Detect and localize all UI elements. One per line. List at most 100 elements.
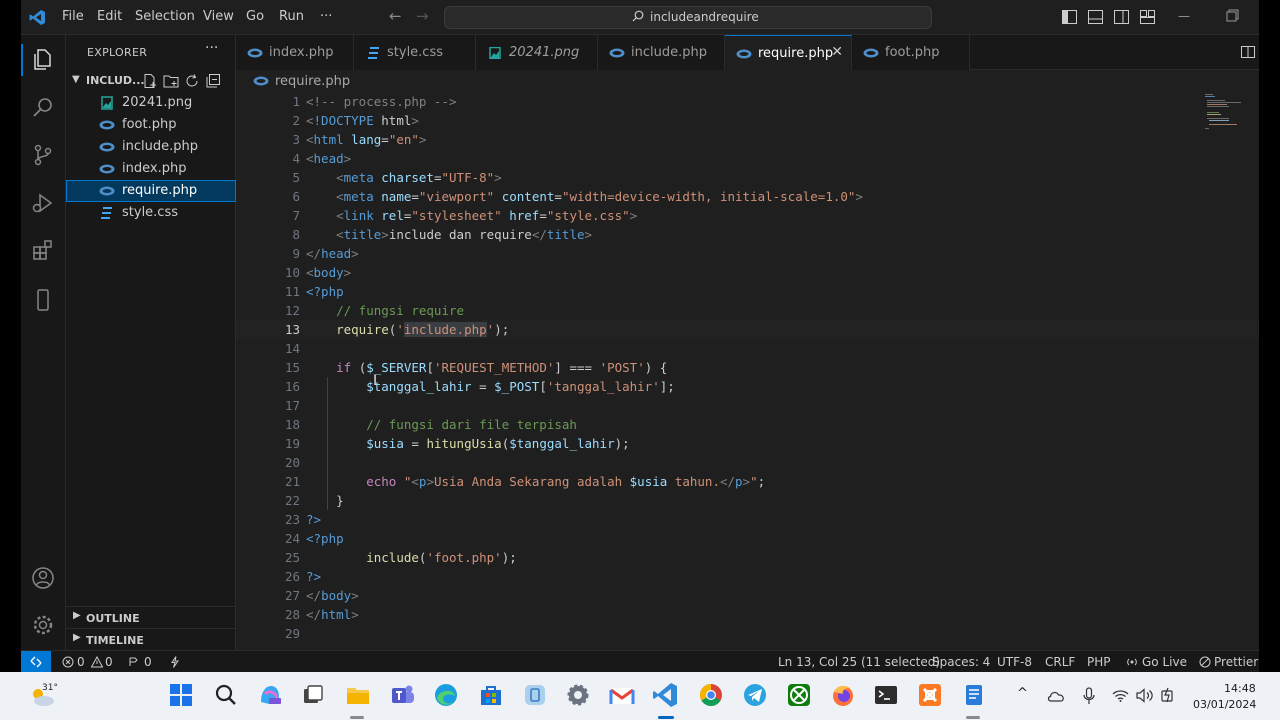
code-line[interactable]: 7 <link rel="stylesheet" href="style.css…: [236, 206, 1259, 225]
task-view-icon[interactable]: [298, 680, 328, 710]
minimap[interactable]: [1205, 92, 1257, 132]
code-line[interactable]: 27 </body>: [236, 586, 1259, 605]
collapse-all-icon[interactable]: [205, 73, 221, 89]
code-line[interactable]: 15 if ($_SERVER['REQUEST_METHOD'] === 'P…: [236, 358, 1259, 377]
tab-style-css[interactable]: style.css: [354, 35, 476, 70]
new-file-icon[interactable]: [142, 73, 158, 89]
chevron-up-icon[interactable]: ^: [1017, 686, 1028, 701]
explorer-more-actions[interactable]: ···: [205, 40, 218, 56]
notepad-icon[interactable]: [959, 680, 989, 710]
chrome-icon[interactable]: [696, 680, 726, 710]
close-icon[interactable]: ✕: [831, 44, 843, 60]
code-line[interactable]: 19 $usia = hitungUsia($tanggal_lahir);: [236, 434, 1259, 453]
lightning-icon[interactable]: [170, 656, 180, 668]
code-line[interactable]: 9 </head>: [236, 244, 1259, 263]
menu-run[interactable]: Run: [279, 9, 304, 24]
file-item-foot-php[interactable]: foot.php: [66, 114, 236, 136]
encoding[interactable]: UTF-8: [997, 655, 1032, 669]
code-line[interactable]: 24 <?php: [236, 529, 1259, 548]
extensions-icon[interactable]: [31, 239, 55, 263]
code-line[interactable]: 26 ?>: [236, 567, 1259, 586]
warning-count[interactable]: 0: [105, 655, 113, 669]
accounts-icon[interactable]: [31, 566, 55, 590]
telegram-icon[interactable]: [740, 680, 770, 710]
refresh-icon[interactable]: [184, 73, 200, 89]
code-line[interactable]: 14: [236, 339, 1259, 358]
phone-link-icon[interactable]: [520, 680, 550, 710]
prettier[interactable]: Prettier: [1214, 655, 1258, 669]
code-line[interactable]: 17: [236, 396, 1259, 415]
error-icon[interactable]: [62, 656, 74, 668]
tab-require-php[interactable]: require.php ✕: [725, 35, 852, 70]
firefox-icon[interactable]: [828, 680, 858, 710]
menu-go[interactable]: Go: [246, 9, 264, 24]
code-line[interactable]: 23 ?>: [236, 510, 1259, 529]
start-icon[interactable]: [166, 680, 196, 710]
timeline-section[interactable]: ▶ TIMELINE: [66, 628, 236, 650]
remote-explorer-icon[interactable]: [31, 288, 55, 312]
tab-foot-php[interactable]: foot.php: [852, 35, 970, 70]
toggle-panel-icon[interactable]: [1088, 10, 1103, 24]
code-line[interactable]: 13 require('include.php');: [236, 320, 1259, 339]
code-line[interactable]: 12 // fungsi require: [236, 301, 1259, 320]
code-line[interactable]: 25 include('foot.php');: [236, 548, 1259, 567]
search-view-icon[interactable]: [31, 96, 55, 120]
go-live[interactable]: Go Live: [1142, 655, 1187, 669]
code-line[interactable]: 18 // fungsi dari file terpisah: [236, 415, 1259, 434]
xbox-icon[interactable]: [784, 680, 814, 710]
code-line[interactable]: 29: [236, 624, 1259, 643]
restore-icon[interactable]: [1224, 9, 1240, 23]
clock-date[interactable]: 03/01/2024: [1193, 698, 1256, 711]
settings-gear-icon[interactable]: [31, 613, 55, 637]
vscode-taskbar-icon[interactable]: [651, 680, 681, 710]
remote-indicator[interactable]: [21, 651, 51, 672]
code-line[interactable]: 22 }: [236, 491, 1259, 510]
code-line[interactable]: 11 <?php: [236, 282, 1259, 301]
warning-icon[interactable]: [91, 656, 103, 668]
wifi-icon[interactable]: [1112, 689, 1129, 702]
menu-edit[interactable]: Edit: [97, 9, 122, 24]
breadcrumb[interactable]: require.php: [236, 70, 1259, 92]
teams-icon[interactable]: [388, 680, 418, 710]
customize-layout-icon[interactable]: [1140, 10, 1155, 24]
battery-charging-icon[interactable]: [1160, 687, 1178, 704]
minimize-icon[interactable]: —: [1178, 9, 1194, 23]
code-line[interactable]: 2 <!DOCTYPE html>: [236, 111, 1259, 130]
code-line[interactable]: 16 $tanggal_lahir = $_POST['tanggal_lahi…: [236, 377, 1259, 396]
menu-file[interactable]: File: [62, 9, 84, 24]
settings-icon[interactable]: [563, 680, 593, 710]
code-line[interactable]: 3 <html lang="en">: [236, 130, 1259, 149]
file-item-include-php[interactable]: include.php: [66, 136, 236, 158]
tab-20241-png[interactable]: 20241.png: [476, 35, 598, 70]
ports-icon[interactable]: [128, 656, 140, 668]
store-icon[interactable]: [476, 680, 506, 710]
terminal-icon[interactable]: [871, 680, 901, 710]
menu-selection[interactable]: Selection: [135, 9, 195, 24]
edge-icon[interactable]: [431, 680, 461, 710]
toggle-secondary-sidebar-icon[interactable]: [1114, 10, 1129, 24]
xampp-icon[interactable]: [915, 680, 945, 710]
file-item-style-css[interactable]: style.css: [66, 202, 236, 224]
clock-time[interactable]: 14:48: [1224, 682, 1256, 695]
split-editor-icon[interactable]: [1240, 44, 1256, 60]
code-line[interactable]: 10 <body>: [236, 263, 1259, 282]
new-folder-icon[interactable]: [163, 73, 179, 89]
copilot-icon[interactable]: [255, 680, 285, 710]
code-line[interactable]: 8 <title>include dan require</title>: [236, 225, 1259, 244]
code-line[interactable]: 28 </html>: [236, 605, 1259, 624]
code-editor[interactable]: 1 <!-- process.php --> 2 <!DOCTYPE html> 3 <h…: [236, 92, 1259, 650]
outline-section[interactable]: ▶ OUTLINE: [66, 606, 236, 628]
code-line[interactable]: 1 <!-- process.php -->: [236, 92, 1259, 111]
volume-icon[interactable]: [1136, 688, 1154, 703]
gmail-icon[interactable]: [607, 680, 637, 710]
command-center-search[interactable]: includeandrequire: [444, 6, 932, 29]
search-icon[interactable]: [211, 680, 241, 710]
source-control-icon[interactable]: [31, 143, 55, 167]
menu-more[interactable]: ···: [320, 9, 332, 24]
code-line[interactable]: 4 <head>: [236, 149, 1259, 168]
error-count[interactable]: 0: [77, 655, 85, 669]
language-mode[interactable]: PHP: [1087, 655, 1111, 669]
explorer-icon[interactable]: [31, 48, 55, 72]
file-item-require-php[interactable]: require.php: [66, 180, 236, 202]
file-explorer-icon[interactable]: [343, 680, 373, 710]
